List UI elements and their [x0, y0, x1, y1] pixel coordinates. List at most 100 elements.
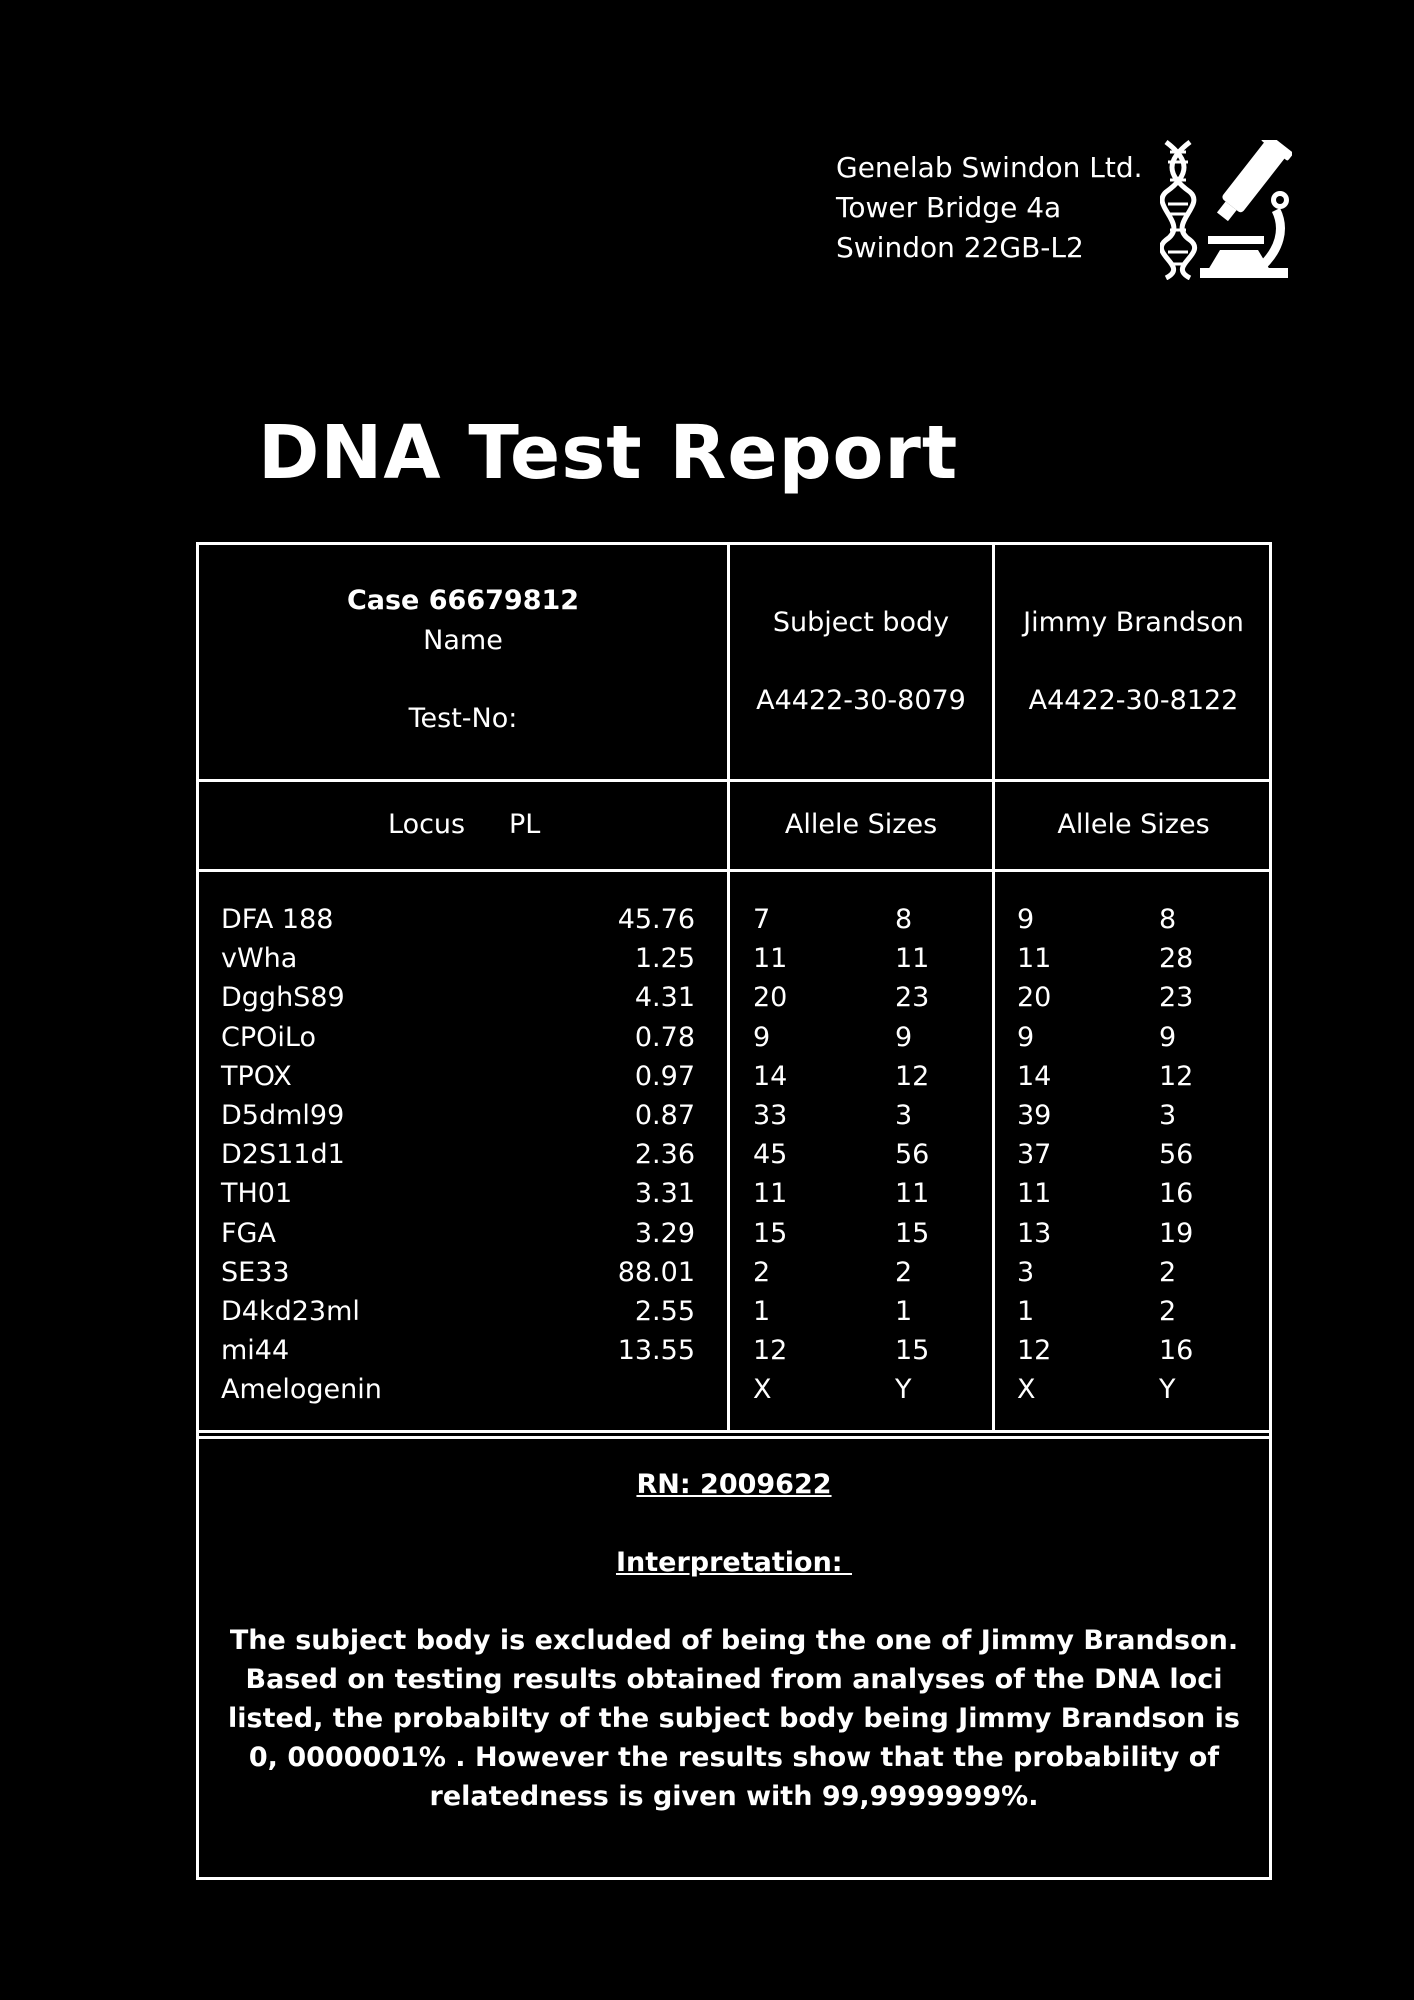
rn-number: RN: 2009622 [636, 1469, 832, 1500]
person-allele-1: X [1017, 1374, 1036, 1406]
person-allele-2: 9 [1159, 1021, 1177, 1053]
pl-value: 3.29 [634, 1217, 695, 1249]
subject-allele-2: 9 [895, 1021, 913, 1053]
subject-allele-1: 20 [753, 982, 788, 1014]
subject-name: Subject body [772, 607, 950, 638]
subject-allele-2: 12 [895, 1060, 930, 1092]
address-line-3: Swindon 22GB-L2 [836, 231, 1084, 264]
interpretation-label: Interpretation: [615, 1547, 852, 1578]
person-allele-1: 9 [1017, 904, 1035, 935]
person-allele-1: 37 [1017, 1139, 1052, 1171]
case-number: Case 66679812 [346, 585, 580, 616]
locus-name: vWha [221, 943, 298, 975]
name-label: Name [423, 625, 503, 656]
subject-allele-1: X [753, 1374, 772, 1406]
person-allele-2: 8 [1159, 904, 1177, 935]
locus-name: Amelogenin [221, 1374, 382, 1406]
person-allele-2: 12 [1159, 1060, 1194, 1092]
subject-allele-1: 1 [753, 1296, 771, 1327]
row-divider [199, 779, 1269, 782]
pl-value: 0.78 [634, 1021, 695, 1053]
person-allele-2: 16 [1159, 1178, 1194, 1210]
pl-value: 13.55 [617, 1335, 695, 1367]
subject-allele-2: 56 [895, 1139, 930, 1171]
person-allele-1: 11 [1017, 1178, 1052, 1210]
address-line-1: Genelab Swindon Ltd. [836, 151, 1143, 184]
locus-name: mi44 [221, 1335, 290, 1367]
person-allele-2: 2 [1159, 1296, 1177, 1327]
locus-name: TPOX [221, 1060, 292, 1092]
pl-value: 1.25 [634, 943, 695, 975]
subject-allele-1: 15 [753, 1217, 788, 1249]
person-allele-2: 3 [1159, 1100, 1177, 1131]
dna-microscope-icon [1158, 133, 1293, 281]
subject-allele-1: 14 [753, 1060, 788, 1092]
page-title: DNA Test Report [258, 410, 959, 496]
person-allele-1: 14 [1017, 1060, 1052, 1092]
row-divider [199, 1430, 1269, 1433]
subject-allele-1: 33 [753, 1100, 788, 1131]
row-divider [199, 1436, 1269, 1439]
subject-allele-1: 7 [753, 904, 771, 935]
pl-value: 2.36 [634, 1139, 695, 1171]
person-allele-1: 11 [1017, 943, 1052, 975]
person-name: Jimmy Brandson [1023, 607, 1244, 638]
subject-allele-1: 12 [753, 1335, 788, 1367]
person-allele-2: 16 [1159, 1335, 1194, 1367]
subject-allele-2: 15 [895, 1335, 930, 1367]
person-allele-1: 39 [1017, 1100, 1052, 1131]
report-table: Case 66679812 Name Test-No: Subject body… [196, 542, 1272, 1880]
column-divider [727, 545, 730, 1433]
subject-allele-1: 45 [753, 1139, 788, 1171]
subject-allele-1: 11 [753, 1178, 788, 1210]
person-allele-2: Y [1159, 1374, 1176, 1406]
subject-allele-2: 1 [895, 1296, 913, 1327]
person-allele-1: 3 [1017, 1256, 1035, 1288]
pl-header: PL [509, 809, 541, 840]
person-allele-2: 2 [1159, 1256, 1177, 1288]
pl-value: 45.76 [617, 904, 695, 935]
subject-allele-2: 15 [895, 1217, 930, 1249]
person-test-no: A4422-30-8122 [1028, 685, 1239, 716]
locus-name: FGA [221, 1217, 276, 1249]
pl-value: 2.55 [634, 1296, 695, 1327]
allele-sizes-header-subject: Allele Sizes [784, 809, 938, 840]
subject-allele-2: 3 [895, 1100, 913, 1131]
locus-name: D2S11d1 [221, 1139, 345, 1171]
subject-allele-2: 8 [895, 904, 913, 935]
pl-value: 3.31 [634, 1178, 695, 1210]
locus-name: D4kd23ml [221, 1296, 360, 1327]
subject-allele-2: 11 [895, 1178, 930, 1210]
allele-sizes-header-person: Allele Sizes [1057, 809, 1210, 840]
pl-value: 0.87 [634, 1100, 695, 1131]
column-divider [992, 545, 995, 1433]
person-allele-1: 9 [1017, 1021, 1035, 1053]
pl-value: 4.31 [634, 982, 695, 1014]
row-divider [199, 869, 1269, 872]
person-allele-1: 20 [1017, 982, 1052, 1014]
subject-test-no: A4422-30-8079 [756, 685, 966, 716]
locus-header: Locus [388, 809, 466, 840]
address-line-2: Tower Bridge 4a [836, 191, 1062, 224]
locus-name: TH01 [221, 1178, 293, 1210]
person-allele-1: 12 [1017, 1335, 1052, 1367]
pl-value: 88.01 [617, 1256, 695, 1288]
subject-allele-1: 11 [753, 943, 788, 975]
person-allele-1: 1 [1017, 1296, 1035, 1327]
locus-name: DFA 188 [221, 904, 334, 935]
locus-name: CPOiLo [221, 1021, 316, 1053]
person-allele-2: 28 [1159, 943, 1194, 975]
person-allele-1: 13 [1017, 1217, 1052, 1249]
subject-allele-1: 9 [753, 1021, 771, 1053]
locus-name: SE33 [221, 1256, 290, 1288]
pl-value: 0.97 [634, 1060, 695, 1092]
subject-allele-2: 2 [895, 1256, 913, 1288]
interpretation-text: The subject body is excluded of being th… [228, 1625, 1240, 1812]
test-no-label: Test-No: [408, 703, 518, 734]
lab-address: Genelab Swindon Ltd. Tower Bridge 4a Swi… [836, 148, 1143, 268]
person-allele-2: 56 [1159, 1139, 1194, 1171]
subject-allele-2: 23 [895, 982, 930, 1014]
subject-allele-1: 2 [753, 1256, 771, 1288]
subject-allele-2: 11 [895, 943, 930, 975]
subject-allele-2: Y [895, 1374, 912, 1406]
